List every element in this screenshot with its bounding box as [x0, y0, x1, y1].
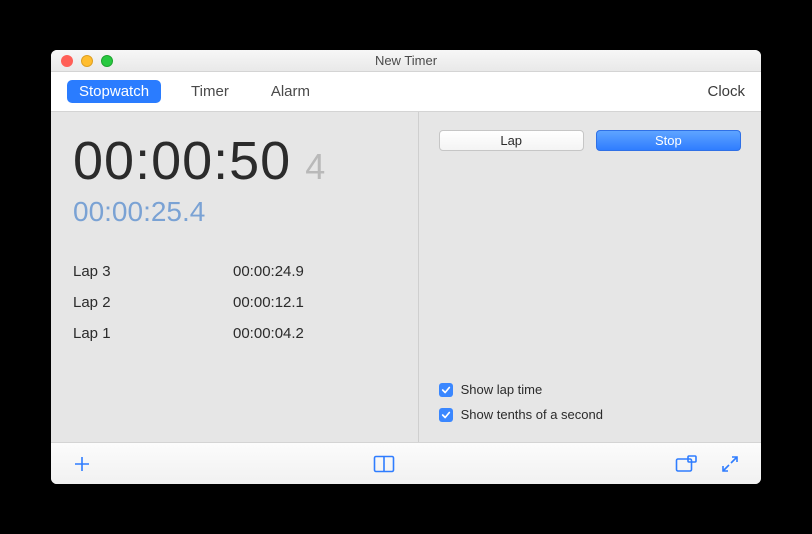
titlebar: New Timer: [51, 50, 761, 72]
show-tenths-label: Show tenths of a second: [461, 407, 603, 422]
controls-panel: Lap Stop Show lap time Show tenths of a …: [419, 112, 761, 442]
lap-value: 00:00:24.9: [233, 263, 304, 280]
add-button[interactable]: [67, 449, 97, 479]
lap-value: 00:00:04.2: [233, 325, 304, 342]
window-controls: [61, 55, 113, 67]
toolbar: Stopwatch Timer Alarm Clock: [51, 72, 761, 112]
options: Show lap time Show tenths of a second: [439, 372, 741, 428]
tab-stopwatch[interactable]: Stopwatch: [67, 80, 161, 103]
checkbox-checked-icon: [439, 383, 453, 397]
close-icon[interactable]: [61, 55, 73, 67]
lap-label: Lap 3: [73, 263, 233, 280]
lap-label: Lap 1: [73, 325, 233, 342]
minimize-icon[interactable]: [81, 55, 93, 67]
lap-row: Lap 1 00:00:04.2: [73, 318, 400, 349]
stop-button[interactable]: Stop: [596, 130, 741, 151]
elapsed-tenth: 4: [305, 146, 325, 188]
tab-clock[interactable]: Clock: [707, 83, 745, 100]
zoom-icon[interactable]: [101, 55, 113, 67]
picture-in-picture-icon[interactable]: [671, 449, 701, 479]
lap-value: 00:00:12.1: [233, 294, 304, 311]
lap-row: Lap 2 00:00:12.1: [73, 287, 400, 318]
footer-toolbar: [51, 442, 761, 484]
mode-tabs: Stopwatch Timer Alarm: [67, 80, 322, 103]
tab-alarm[interactable]: Alarm: [259, 80, 322, 103]
button-row: Lap Stop: [439, 130, 741, 151]
app-window: New Timer Stopwatch Timer Alarm Clock 00…: [51, 50, 761, 484]
show-tenths-checkbox[interactable]: Show tenths of a second: [439, 407, 741, 422]
elapsed-time: 00:00:50: [73, 130, 291, 192]
elapsed-time-row: 00:00:50 4: [73, 130, 400, 192]
lap-list: Lap 3 00:00:24.9 Lap 2 00:00:12.1 Lap 1 …: [73, 256, 400, 349]
content-area: 00:00:50 4 00:00:25.4 Lap 3 00:00:24.9 L…: [51, 112, 761, 442]
book-icon[interactable]: [369, 449, 399, 479]
tab-timer[interactable]: Timer: [179, 80, 241, 103]
lap-row: Lap 3 00:00:24.9: [73, 256, 400, 287]
current-lap-time: 00:00:25.4: [73, 196, 400, 228]
show-lap-label: Show lap time: [461, 382, 543, 397]
time-panel: 00:00:50 4 00:00:25.4 Lap 3 00:00:24.9 L…: [51, 112, 419, 442]
lap-button[interactable]: Lap: [439, 130, 584, 151]
checkbox-checked-icon: [439, 408, 453, 422]
expand-icon[interactable]: [715, 449, 745, 479]
window-title: New Timer: [51, 53, 761, 68]
lap-label: Lap 2: [73, 294, 233, 311]
show-lap-checkbox[interactable]: Show lap time: [439, 382, 741, 397]
